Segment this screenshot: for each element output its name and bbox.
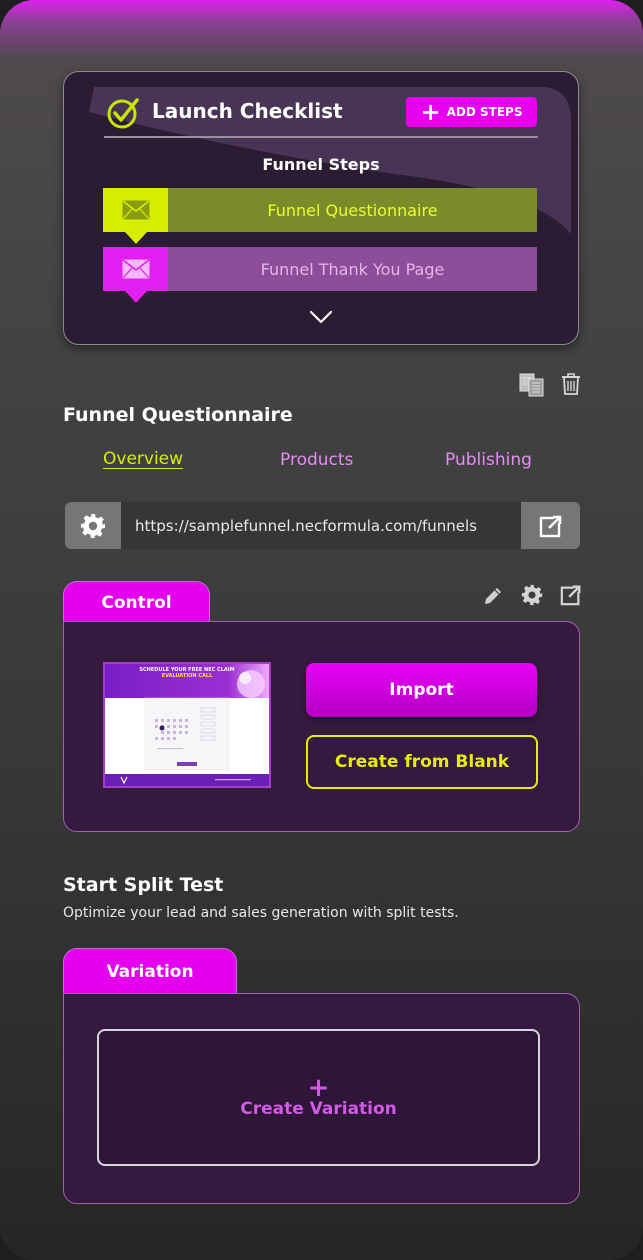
- launch-checklist-card: Launch Checklist + ADD STEPS Funnel Step…: [63, 71, 579, 345]
- create-variation-button[interactable]: + Create Variation: [97, 1029, 540, 1166]
- create-from-blank-button[interactable]: Create from Blank: [306, 735, 538, 789]
- tab-products[interactable]: Products: [280, 450, 353, 470]
- tab-overview[interactable]: Overview: [103, 449, 183, 469]
- control-page-thumbnail[interactable]: SCHEDULE YOUR FREE NEC CLAIM EVALUATION …: [103, 662, 271, 788]
- tab-control[interactable]: Control: [63, 581, 210, 623]
- app-screen: Launch Checklist + ADD STEPS Funnel Step…: [0, 0, 643, 1260]
- step-pointer: [125, 291, 147, 303]
- url-open-button[interactable]: [521, 502, 580, 549]
- step-pointer: [125, 232, 147, 244]
- gear-icon: [81, 513, 105, 538]
- page-preview-image: [105, 664, 269, 786]
- chevron-down-icon[interactable]: [308, 309, 334, 325]
- funnel-step-thank-you[interactable]: Funnel Thank You Page: [103, 247, 537, 303]
- funnel-steps-heading: Funnel Steps: [262, 155, 380, 174]
- split-test-title: Start Split Test: [63, 874, 224, 896]
- thumb-headline-2: EVALUATION CALL: [161, 673, 213, 679]
- add-steps-label: ADD STEPS: [446, 105, 523, 119]
- funnel-url-bar: https://samplefunnel.necformula.com/funn…: [65, 502, 580, 549]
- url-settings-button[interactable]: [65, 502, 121, 549]
- step-label: Funnel Thank You Page: [168, 247, 537, 291]
- funnel-step-questionnaire[interactable]: Funnel Questionnaire: [103, 188, 537, 244]
- plus-icon: +: [420, 98, 441, 126]
- checklist-title: Launch Checklist: [152, 99, 343, 123]
- envelope-icon: [122, 259, 149, 279]
- tab-variation[interactable]: Variation: [63, 948, 237, 995]
- gear-icon[interactable]: [521, 584, 543, 606]
- envelope-icon: [122, 200, 149, 220]
- external-link-icon: [539, 514, 562, 537]
- checkmark-circle-icon: [107, 98, 139, 129]
- step-icon-box: [103, 247, 168, 303]
- duplicate-icon[interactable]: [518, 372, 546, 398]
- trash-icon[interactable]: [560, 372, 582, 396]
- checklist-divider: [104, 136, 538, 138]
- create-variation-label: Create Variation: [240, 1098, 397, 1119]
- add-steps-button[interactable]: + ADD STEPS: [406, 97, 537, 127]
- external-link-icon[interactable]: [560, 584, 582, 606]
- pencil-icon[interactable]: [482, 585, 504, 607]
- import-button[interactable]: Import: [306, 663, 537, 717]
- page-title: Funnel Questionnaire: [63, 404, 293, 426]
- step-label: Funnel Questionnaire: [168, 188, 537, 232]
- tab-publishing[interactable]: Publishing: [445, 450, 532, 470]
- plus-icon: +: [307, 1072, 330, 1103]
- split-test-subtitle: Optimize your lead and sales generation …: [63, 905, 459, 921]
- step-icon-box: [103, 188, 168, 244]
- funnel-url-text[interactable]: https://samplefunnel.necformula.com/funn…: [121, 502, 521, 549]
